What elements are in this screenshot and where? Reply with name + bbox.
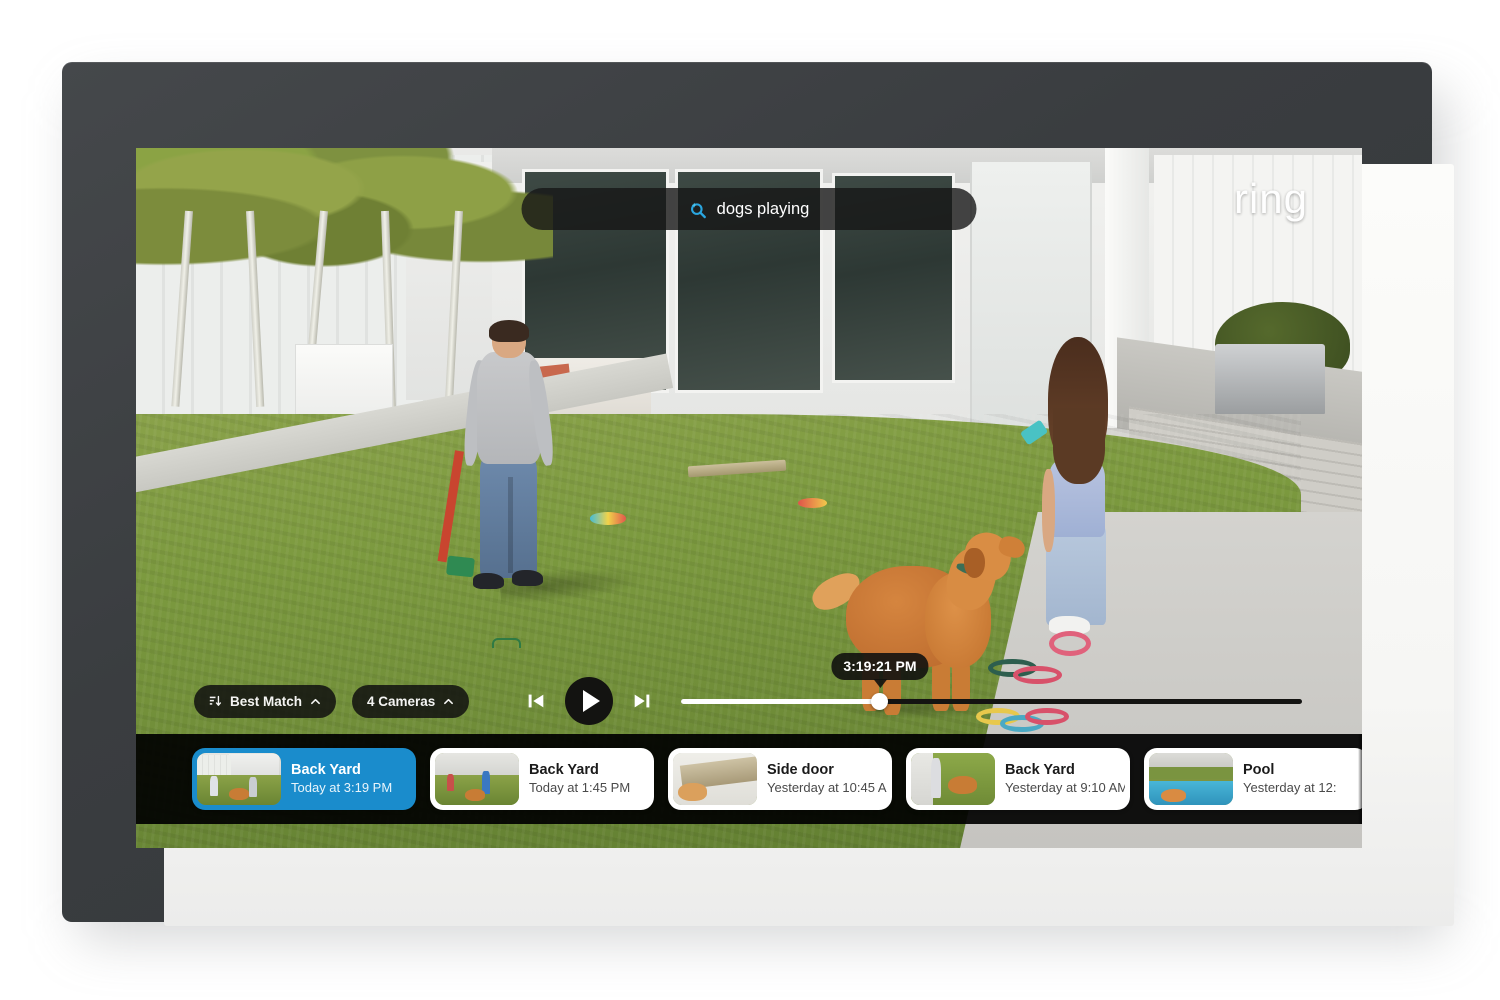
- thumb-scene-backyard-people: [435, 753, 519, 805]
- event-thumbnail: [435, 753, 519, 805]
- thumb-person: [931, 758, 942, 798]
- event-thumbnail: [673, 753, 757, 805]
- sort-filter-button[interactable]: Best Match: [194, 684, 337, 718]
- event-time: Yesterday at 12:: [1243, 779, 1337, 795]
- event-meta: Back Yard Yesterday at 9:10 AM: [1005, 761, 1125, 796]
- sort-filter-label: Best Match: [230, 693, 303, 709]
- skip-previous-icon[interactable]: [525, 690, 547, 712]
- scene-croquet-mallet-head: [446, 555, 476, 578]
- event-time: Today at 3:19 PM: [291, 779, 393, 795]
- event-meta: Pool Yesterday at 12:: [1243, 761, 1336, 796]
- screenshot-root: ring dogs playing Best Match 4 Cameras 3…: [0, 0, 1500, 1000]
- scene-man-shoe-right: [511, 570, 544, 587]
- thumb-wall: [911, 753, 933, 805]
- event-list-edge-fade: [1358, 734, 1362, 824]
- ring-logo: ring: [1233, 175, 1308, 222]
- event-meta: Side door Yesterday at 10:45 AM: [767, 761, 887, 796]
- event-title: Pool: [1243, 762, 1275, 779]
- event-title: Back Yard: [529, 762, 599, 779]
- search-query-text: dogs playing: [716, 199, 810, 218]
- event-card[interactable]: Back Yard Yesterday at 9:10 AM: [906, 748, 1130, 810]
- thumb-scene-pool: [1149, 753, 1233, 805]
- event-card[interactable]: Back Yard Today at 3:19 PM: [192, 748, 416, 810]
- event-title: Side door: [767, 762, 834, 779]
- scene-person-girl: [1019, 337, 1123, 634]
- event-thumbnail: [197, 753, 281, 805]
- event-time: Today at 1:45 PM: [529, 779, 631, 795]
- event-time: Yesterday at 9:10 AM: [1005, 779, 1125, 795]
- thumb-person: [210, 775, 218, 796]
- thumb-grass: [1149, 766, 1233, 779]
- skip-next-icon[interactable]: [631, 690, 653, 712]
- scene-ring-toy-held: [1049, 631, 1092, 657]
- thumb-scene-backyard-girl: [911, 753, 995, 805]
- ai-search-icon: [691, 202, 707, 218]
- chevron-up-icon: [444, 698, 454, 704]
- thumb-dog: [947, 775, 977, 794]
- thumb-dog: [228, 788, 250, 800]
- event-card[interactable]: Back Yard Today at 1:45 PM: [430, 748, 654, 810]
- event-meta: Back Yard Today at 1:45 PM: [529, 761, 630, 796]
- sort-descending-icon: [209, 695, 222, 706]
- timestamp-tooltip: 3:19:21 PM: [831, 653, 929, 680]
- event-thumbnail: [911, 753, 995, 805]
- timeline-scrubber[interactable]: 3:19:21 PM: [681, 653, 1302, 718]
- scene-toy-bone: [798, 498, 828, 508]
- scene-girl-legs: [1045, 525, 1107, 626]
- thumb-scene-side-door: [673, 753, 757, 805]
- thumb-dog: [1160, 789, 1186, 802]
- thumb-dog: [465, 789, 486, 801]
- playback-controls: Best Match 4 Cameras 3:19:21 PM: [136, 653, 1362, 725]
- scene-man-shoe-left: [472, 573, 505, 589]
- event-title: Back Yard: [1005, 762, 1075, 779]
- scene-girl-hair-lower: [1053, 407, 1105, 484]
- scene-person-man: [437, 320, 649, 605]
- scene-grill: [1214, 344, 1326, 414]
- device-screen[interactable]: ring dogs playing Best Match 4 Cameras 3…: [136, 148, 1362, 848]
- thumb-person: [249, 776, 257, 797]
- thumb-scene-backyard: [197, 753, 281, 805]
- scene-toy-frisbee: [589, 512, 627, 525]
- scene-girl-arm: [1042, 469, 1055, 552]
- camera-filter-button[interactable]: 4 Cameras: [352, 684, 470, 718]
- event-thumbnail: [1149, 753, 1233, 805]
- play-button[interactable]: [565, 677, 614, 725]
- event-list[interactable]: Back Yard Today at 3:19 PM Back Yard Tod…: [136, 734, 1362, 824]
- event-card[interactable]: Pool Yesterday at 12:: [1144, 748, 1362, 810]
- scene-man-leg-gap: [507, 477, 513, 574]
- scene-man-hair: [489, 320, 529, 342]
- thumb-person: [446, 773, 455, 792]
- event-time: Yesterday at 10:45 AM: [767, 779, 887, 795]
- scrubber-progress: [681, 698, 880, 704]
- scrubber-handle[interactable]: [871, 692, 889, 710]
- chevron-up-icon: [311, 698, 320, 704]
- scene-croquet-wicket: [491, 638, 521, 648]
- thumb-wall: [1149, 753, 1233, 768]
- search-bar[interactable]: dogs playing: [521, 188, 977, 230]
- play-icon: [582, 690, 600, 712]
- transport-controls: [525, 677, 653, 725]
- event-title: Back Yard: [291, 762, 361, 779]
- thumb-fence: [197, 755, 231, 777]
- scene-tree-canopy: [136, 148, 553, 288]
- camera-filter-label: 4 Cameras: [367, 693, 436, 709]
- event-card[interactable]: Side door Yesterday at 10:45 AM: [668, 748, 892, 810]
- event-meta: Back Yard Today at 3:19 PM: [291, 761, 392, 796]
- thumb-dog: [678, 783, 707, 801]
